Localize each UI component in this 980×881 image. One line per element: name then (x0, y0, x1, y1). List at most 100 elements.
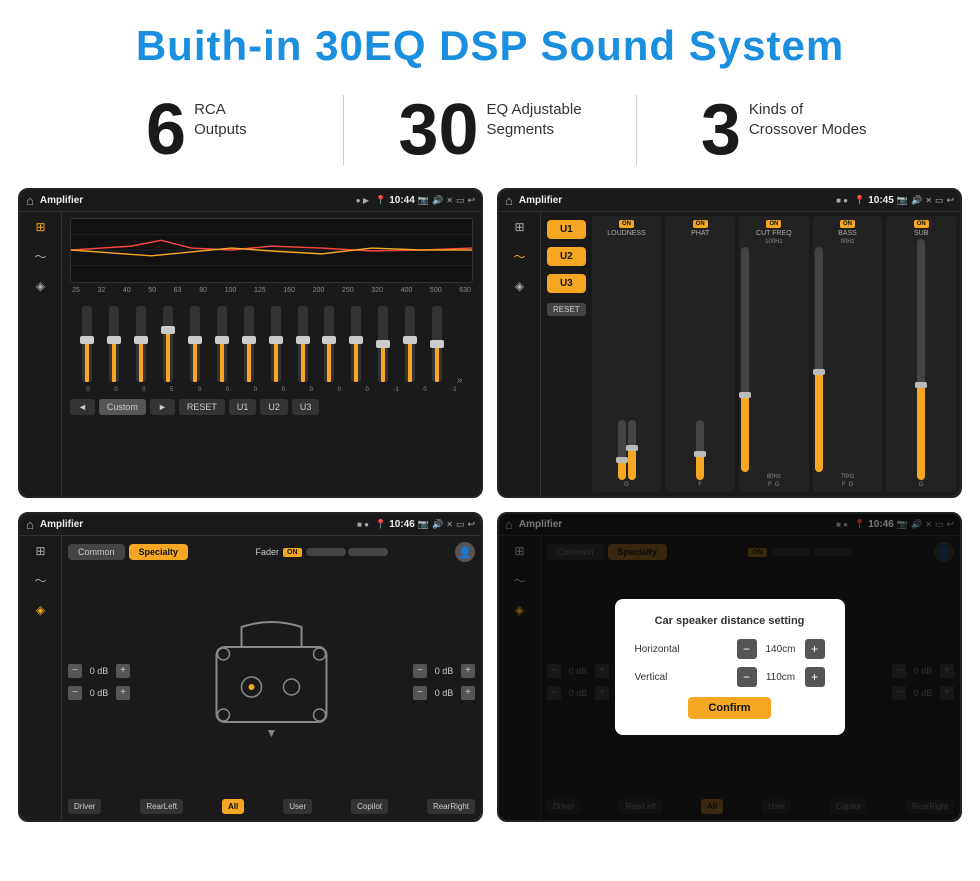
back-icon-1[interactable]: ↩ (467, 195, 475, 206)
eq-slider-11[interactable] (376, 306, 390, 386)
u3-button[interactable]: U3 (547, 274, 586, 293)
sidebar-speaker-icon-2[interactable]: ◈ (515, 279, 524, 293)
eq-slider-10[interactable] (349, 306, 363, 386)
vol-rr-minus[interactable]: − (413, 686, 427, 700)
eq-slider-3[interactable] (161, 306, 175, 386)
eq-slider-1[interactable] (107, 306, 121, 386)
home-icon-3[interactable]: ⌂ (26, 517, 34, 532)
phat-on-badge: ON (693, 220, 708, 228)
bass-f: F (842, 482, 846, 488)
btn-driver[interactable]: Driver (68, 799, 101, 814)
vol-fl-minus[interactable]: − (68, 664, 82, 678)
sidebar-wave-icon[interactable]: 〜 (34, 248, 46, 265)
sidebar-eq-icon-2[interactable]: ⊞ (514, 220, 524, 234)
eq-prev-btn[interactable]: ◄ (70, 399, 95, 415)
sidebar-wave-icon-2[interactable]: 〜 (513, 248, 525, 265)
fader-top-row: Common Specialty Fader ON 👤 (68, 542, 475, 562)
eq-slider-12[interactable] (403, 306, 417, 386)
vertical-minus-btn[interactable]: − (737, 667, 757, 687)
sidebar-speaker-icon[interactable]: ◈ (36, 279, 45, 293)
sidebar-3: ⊞ 〜 ◈ (20, 536, 62, 820)
fader-content: Common Specialty Fader ON 👤 (62, 536, 481, 820)
eq-content: 25 32 40 50 63 80 100 125 160 200 250 32… (62, 212, 481, 496)
status-bar-3: ⌂ Amplifier ■ ● 📍 10:46 📷 🔊 ✕ ▭ ↩ (20, 514, 481, 536)
phat-slider[interactable] (696, 420, 704, 480)
eq-slider-5[interactable] (215, 306, 229, 386)
vol-fl-value: 0 dB (85, 666, 113, 676)
screen-crossover: ⌂ Amplifier ■ ● 📍 10:45 📷 🔊 ✕ ▭ ↩ ⊞ 〜 ◈ (497, 188, 962, 498)
fader-slider-h2[interactable] (348, 548, 388, 556)
horizontal-plus-btn[interactable]: + (805, 639, 825, 659)
bass-label: BASS (838, 230, 857, 237)
fader-bottom-buttons: Driver RearLeft All User Copilot RearRig… (68, 799, 475, 814)
btn-rearright[interactable]: RearRight (427, 799, 475, 814)
bass-on-badge: ON (840, 220, 855, 228)
eq-next-btn[interactable]: ► (150, 399, 175, 415)
status-time-2: 10:45 (868, 195, 894, 206)
eq-reset-btn[interactable]: RESET (179, 399, 225, 415)
phat-val: F (698, 482, 702, 488)
loudness-slider-1[interactable] (618, 420, 626, 480)
back-icon-2[interactable]: ↩ (946, 195, 954, 206)
eq-slider-0[interactable] (80, 306, 94, 386)
vol-rr-plus[interactable]: + (461, 686, 475, 700)
btn-user[interactable]: User (283, 799, 312, 814)
cutfreq-slider[interactable] (741, 247, 749, 472)
eq-slider-6[interactable] (242, 306, 256, 386)
eq-slider-9[interactable] (322, 306, 336, 386)
vol-rl-minus[interactable]: − (68, 686, 82, 700)
btn-copilot[interactable]: Copilot (351, 799, 388, 814)
sidebar-speaker-icon-3[interactable]: ◈ (36, 603, 45, 617)
back-icon-3[interactable]: ↩ (467, 519, 475, 530)
screen-distance: ⌂ Amplifier ■ ● 📍 10:46 📷 🔊 ✕ ▭ ↩ ⊞ 〜 ◈ (497, 512, 962, 822)
stat-number-crossover: 3 (701, 94, 741, 166)
vol-fr-plus[interactable]: + (461, 664, 475, 678)
eq-u2-btn[interactable]: U2 (260, 399, 288, 415)
confirm-button[interactable]: Confirm (688, 697, 770, 719)
cutfreq-freq2-label: 80Hz (741, 474, 807, 480)
horizontal-minus-btn[interactable]: − (737, 639, 757, 659)
btn-all[interactable]: All (222, 799, 244, 814)
eq-custom-btn[interactable]: Custom (99, 399, 146, 415)
horizontal-value: 140cm (761, 644, 801, 655)
eq-slider-7[interactable] (269, 306, 283, 386)
sidebar-eq-icon[interactable]: ⊞ (35, 220, 45, 234)
bass-g: G (849, 482, 854, 488)
status-time-3: 10:46 (389, 519, 415, 530)
eq-slider-4[interactable] (188, 306, 202, 386)
sidebar-wave-icon-3[interactable]: 〜 (34, 572, 46, 589)
right-vol-controls: − 0 dB + − 0 dB + (413, 664, 475, 700)
eq-slider-2[interactable] (134, 306, 148, 386)
tab-specialty-3[interactable]: Specialty (129, 544, 189, 560)
cutfreq-label: CUT FREQ (756, 230, 792, 237)
loudness-slider-2[interactable] (628, 420, 636, 480)
u2-button[interactable]: U2 (547, 247, 586, 266)
crossover-reset-btn[interactable]: RESET (547, 303, 586, 316)
btn-rearleft[interactable]: RearLeft (140, 799, 183, 814)
tab-common-3[interactable]: Common (68, 544, 125, 560)
eq-slider-8[interactable] (296, 306, 310, 386)
eq-slider-13[interactable] (430, 306, 444, 386)
eq-bottom-bar: ◄ Custom ► RESET U1 U2 U3 (70, 399, 473, 415)
speaker-section: − 0 dB + − 0 dB + (68, 568, 475, 795)
home-icon-1[interactable]: ⌂ (26, 193, 34, 208)
vol-rl-plus[interactable]: + (116, 686, 130, 700)
sub-slider[interactable] (917, 239, 925, 480)
bass-slider[interactable] (815, 247, 823, 472)
eq-u1-btn[interactable]: U1 (229, 399, 257, 415)
person-icon-3: 👤 (455, 542, 475, 562)
sidebar-eq-icon-3[interactable]: ⊞ (35, 544, 45, 558)
u1-button[interactable]: U1 (547, 220, 586, 239)
stat-label-crossover: Kinds of Crossover Modes (749, 94, 867, 139)
distance-dialog: Car speaker distance setting Horizontal … (615, 599, 845, 735)
cutfreq-g: G (775, 482, 780, 488)
vol-fr-minus[interactable]: − (413, 664, 427, 678)
location-icon-1: 📍 (375, 195, 386, 206)
vertical-plus-btn[interactable]: + (805, 667, 825, 687)
home-icon-2[interactable]: ⌂ (505, 193, 513, 208)
eq-expand-icon[interactable]: » (457, 375, 463, 386)
fader-slider-h1[interactable] (306, 548, 346, 556)
sub-label: SUB (914, 230, 928, 237)
vol-fl-plus[interactable]: + (116, 664, 130, 678)
eq-u3-btn[interactable]: U3 (292, 399, 320, 415)
